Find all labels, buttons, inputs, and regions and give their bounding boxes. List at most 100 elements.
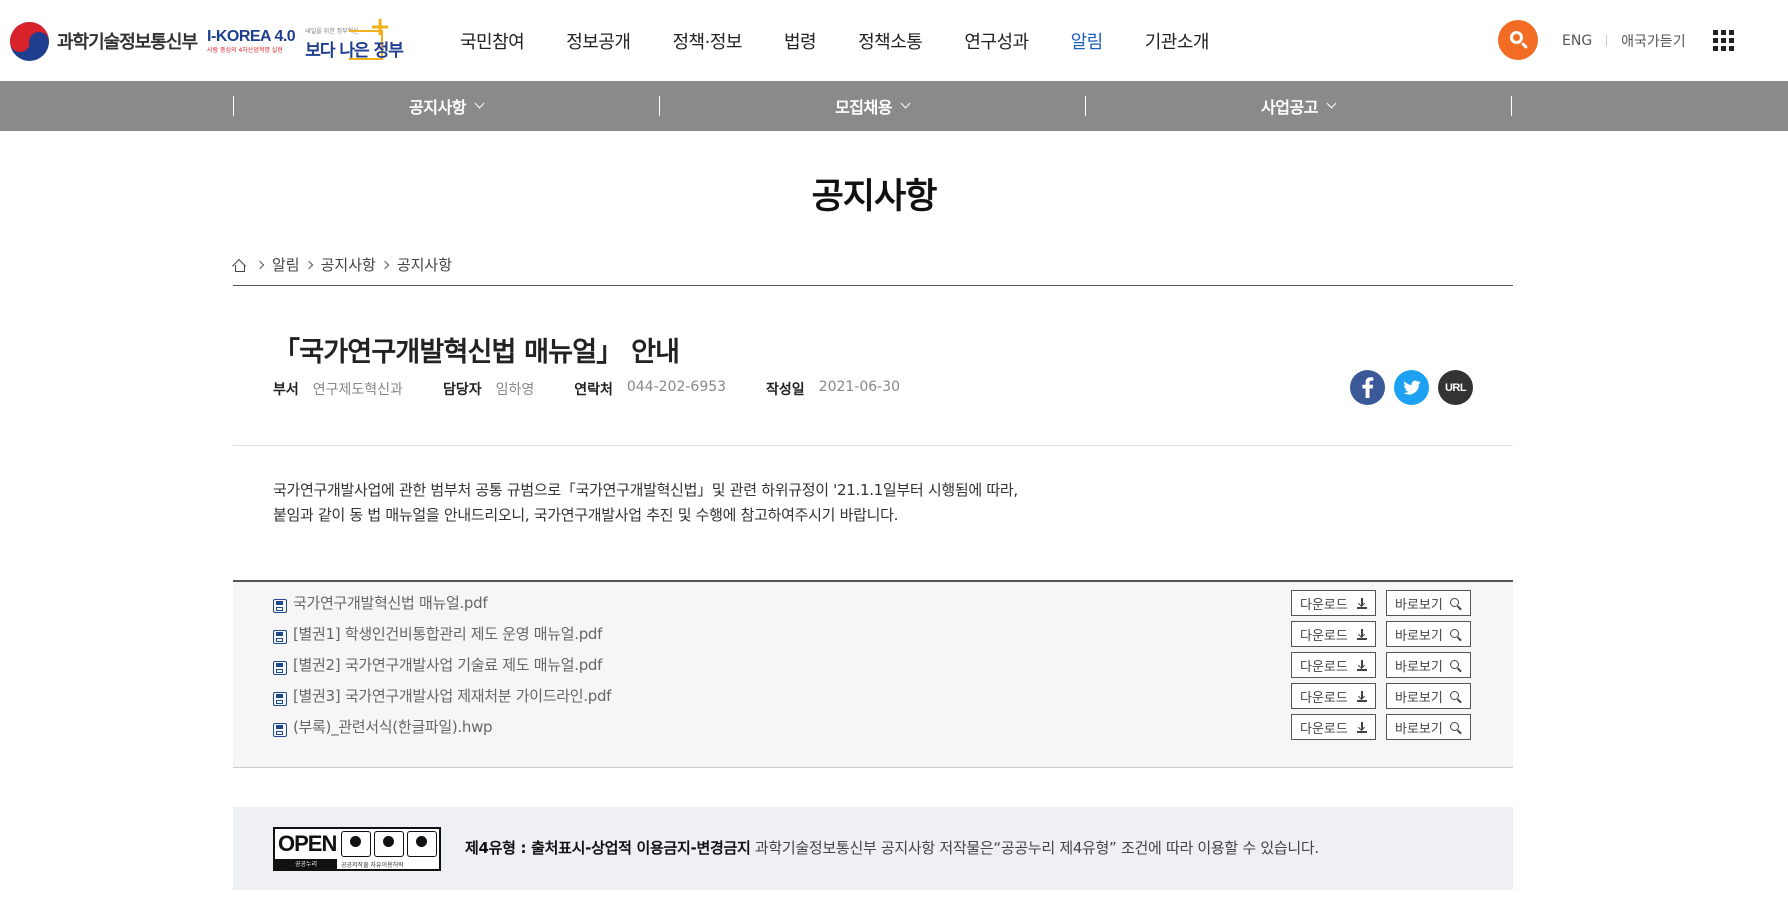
- attachment-list: 국가연구개발혁신법 매뉴얼.pdf 다운로드 바로보기 [별권1] 학생인건비통…: [233, 580, 1513, 768]
- better-government-logo: 내일을 위한 정부혁신 보다 나은 정부 +: [305, 14, 404, 62]
- attachment-filename[interactable]: [별권3] 국가연구개발사업 제재처분 가이드라인.pdf: [293, 685, 611, 706]
- file-icon: [273, 630, 287, 644]
- preview-button[interactable]: 바로보기: [1386, 714, 1471, 740]
- download-button[interactable]: 다운로드: [1291, 590, 1376, 616]
- eng-link[interactable]: ENG: [1562, 33, 1592, 49]
- download-label: 다운로드: [1300, 690, 1348, 706]
- twitter-share-button[interactable]: [1394, 370, 1429, 405]
- chevron-right-icon: [255, 260, 265, 269]
- body-paragraph: 붙임과 같이 동 법 매뉴얼을 안내드리오니, 국가연구개발사업 추진 및 수행…: [273, 506, 899, 524]
- preview-button[interactable]: 바로보기: [1386, 652, 1471, 678]
- preview-label: 바로보기: [1395, 690, 1443, 706]
- kogl-note: 공공저작물 자유이용허락: [341, 862, 404, 869]
- preview-label: 바로보기: [1395, 597, 1443, 613]
- copy-url-button[interactable]: URL: [1438, 370, 1473, 405]
- chevron-down-icon: [1326, 98, 1337, 109]
- subnav-item-label: 사업공고: [1261, 98, 1318, 117]
- body-paragraph: 국가연구개발사업에 관한 범부처 공통 규범으로「국가연구개발혁신법」및 관련 …: [273, 481, 1018, 499]
- download-icon: [1357, 598, 1367, 609]
- attachment-item: 국가연구개발혁신법 매뉴얼.pdf 다운로드 바로보기: [233, 588, 1513, 618]
- nav-item-notices[interactable]: 알림: [1071, 28, 1104, 54]
- license-text: 제4유형 : 출처표시-상업적 이용금지-변경금지 과학기술정보통신부 공지사항…: [465, 837, 1319, 858]
- noncommercial-icon: [374, 831, 404, 857]
- license-description: 과학기술정보통신부 공지사항 저작물은“공공누리 제4유형” 조건에 따라 이용…: [750, 839, 1319, 857]
- download-icon: [1357, 691, 1367, 702]
- nav-item-participation[interactable]: 국민참여: [460, 28, 525, 54]
- meta-value-department: 연구제도혁신과: [312, 382, 403, 398]
- nav-item-communication[interactable]: 정책소통: [858, 28, 923, 54]
- download-label: 다운로드: [1300, 659, 1348, 675]
- ministry-name: 과학기술정보통신부: [57, 32, 198, 53]
- post-title: 「국가연구개발혁신법 매뉴얼」 안내: [273, 337, 680, 368]
- magnifier-icon: [1450, 660, 1462, 673]
- post-meta: 부서 연구제도혁신과 담당자 임하영 연락처 044-202-6953 작성일 …: [273, 379, 940, 399]
- grid-menu-icon[interactable]: [1713, 30, 1734, 51]
- home-logo-link[interactable]: 과학기술정보통신부 I-KOREA 4.0 사람 중심의 4차산업혁명 실현 내…: [10, 14, 404, 62]
- page-title: 공지사항: [811, 177, 938, 217]
- nav-item-policy-info[interactable]: 정책·정보: [673, 28, 743, 54]
- breadcrumb-current: 공지사항: [396, 256, 453, 274]
- nav-item-disclosure[interactable]: 정보공개: [566, 28, 631, 54]
- attachment-filename[interactable]: (부록)_관련서식(한글파일).hwp: [293, 716, 493, 737]
- meta-value-date: 2021-06-30: [818, 379, 901, 395]
- meta-key-manager: 담당자: [442, 382, 482, 398]
- license-type: 제4유형 : 출처표시-상업적 이용금지-변경금지: [465, 839, 751, 857]
- preview-label: 바로보기: [1395, 659, 1443, 675]
- subnav-item-label: 공지사항: [409, 98, 466, 117]
- download-icon: [1357, 629, 1367, 640]
- anthem-link[interactable]: 애국가듣기: [1621, 31, 1685, 51]
- attribution-icon: [341, 831, 371, 857]
- download-button[interactable]: 다운로드: [1291, 714, 1376, 740]
- sub-navigation-bar: 공지사항 모집채용 사업공고: [0, 81, 1788, 131]
- preview-label: 바로보기: [1395, 628, 1443, 644]
- subnav-item-notices[interactable]: 공지사항: [233, 95, 659, 117]
- divider: [1511, 96, 1512, 116]
- main-nav: 국민참여 정보공개 정책·정보 법령 정책소통 연구성과 알림 기관소개: [460, 0, 1251, 81]
- facebook-icon: [1362, 377, 1374, 398]
- kogl-license-logo: OPEN 공공누리 공공저작물 자유이용허락: [273, 827, 441, 871]
- download-icon: [1357, 722, 1367, 733]
- preview-button[interactable]: 바로보기: [1386, 590, 1471, 616]
- nav-item-about[interactable]: 기관소개: [1145, 28, 1210, 54]
- ikorea-slogan: 사람 중심의 4차산업혁명 실현: [207, 46, 283, 54]
- chevron-down-icon: [474, 98, 485, 109]
- magnifier-icon: [1450, 629, 1462, 642]
- nav-item-research[interactable]: 연구성과: [964, 28, 1029, 54]
- preview-button[interactable]: 바로보기: [1386, 683, 1471, 709]
- download-label: 다운로드: [1300, 628, 1348, 644]
- magnifier-icon: [1450, 691, 1462, 704]
- file-icon: [273, 599, 287, 613]
- attachment-filename[interactable]: 국가연구개발혁신법 매뉴얼.pdf: [293, 592, 488, 613]
- breadcrumb-item[interactable]: 알림: [272, 254, 300, 275]
- attachment-filename[interactable]: [별권2] 국가연구개발사업 기술료 제도 매뉴얼.pdf: [293, 654, 602, 675]
- subnav-item-business-announcements[interactable]: 사업공고: [1085, 95, 1511, 117]
- ikorea-logo: I-KOREA 4.0 사람 중심의 4차산업혁명 실현: [207, 28, 296, 54]
- download-button[interactable]: 다운로드: [1291, 621, 1376, 647]
- site-header: 과학기술정보통신부 I-KOREA 4.0 사람 중심의 4차산업혁명 실현 내…: [0, 0, 1788, 81]
- facebook-share-button[interactable]: [1350, 370, 1385, 405]
- preview-button[interactable]: 바로보기: [1386, 621, 1471, 647]
- meta-value-contact: 044-202-6953: [626, 379, 727, 395]
- subnav-item-label: 모집채용: [835, 98, 892, 117]
- nav-item-laws[interactable]: 법령: [784, 28, 817, 54]
- attachment-filename[interactable]: [별권1] 학생인건비통합관리 제도 운영 매뉴얼.pdf: [293, 623, 602, 644]
- magnifier-icon: [1450, 722, 1462, 735]
- chevron-right-icon: [380, 260, 390, 269]
- chevron-down-icon: [900, 98, 911, 109]
- home-icon[interactable]: [231, 258, 247, 273]
- file-icon: [273, 692, 287, 706]
- download-button[interactable]: 다운로드: [1291, 652, 1376, 678]
- breadcrumb: 알림 공지사항 공지사항: [231, 254, 453, 275]
- search-button[interactable]: [1498, 20, 1538, 60]
- attachment-item: [별권1] 학생인건비통합관리 제도 운영 매뉴얼.pdf 다운로드 바로보기: [233, 619, 1513, 649]
- chevron-right-icon: [304, 260, 313, 269]
- attachment-item: (부록)_관련서식(한글파일).hwp 다운로드 바로보기: [233, 712, 1513, 742]
- divider: [233, 285, 1513, 286]
- breadcrumb-item[interactable]: 공지사항: [321, 254, 376, 275]
- download-icon: [1357, 660, 1367, 671]
- license-box: OPEN 공공누리 공공저작물 자유이용허락 제4유형 : 출처표시-상업적 이…: [233, 807, 1513, 890]
- meta-key-contact: 연락처: [574, 382, 613, 398]
- twitter-icon: [1403, 380, 1421, 395]
- download-button[interactable]: 다운로드: [1291, 683, 1376, 709]
- subnav-item-recruitment[interactable]: 모집채용: [659, 95, 1085, 117]
